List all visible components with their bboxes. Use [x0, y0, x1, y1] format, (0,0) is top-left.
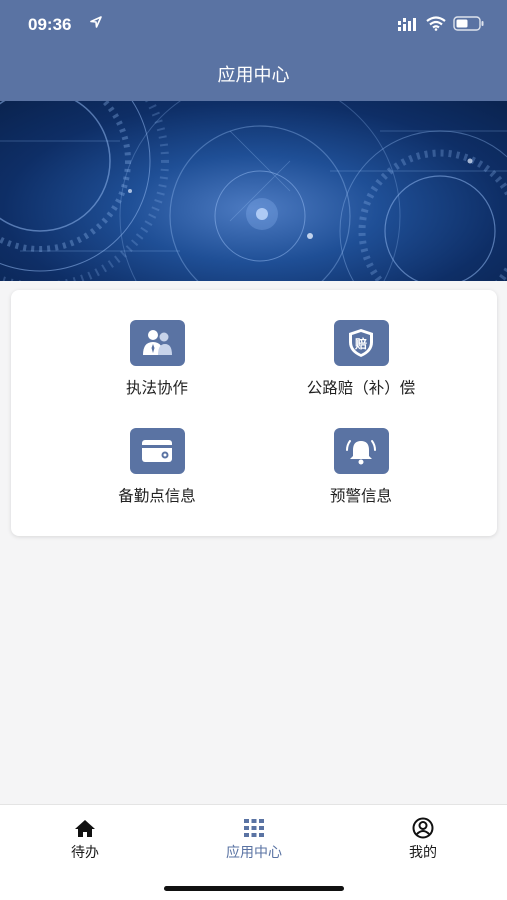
shield-glyph: 赔	[354, 336, 367, 351]
grid-icon	[194, 817, 314, 839]
tab-todo[interactable]: 待办	[25, 817, 145, 862]
home-icon	[25, 817, 145, 839]
home-indicator[interactable]	[164, 886, 344, 891]
status-bar: 09:36	[0, 0, 507, 48]
wallet-icon	[129, 428, 185, 474]
banner-image	[0, 101, 507, 281]
app-standby-point[interactable]: 备勤点信息	[57, 428, 257, 506]
app-warning-info[interactable]: 预警信息	[261, 428, 461, 506]
tab-label: 应用中心	[226, 845, 282, 861]
tab-label: 待办	[71, 845, 99, 861]
app-label: 预警信息	[329, 487, 392, 505]
tab-label: 我的	[409, 845, 437, 861]
compensation-shield-icon: 赔	[333, 320, 389, 366]
alarm-bell-icon	[333, 428, 389, 474]
app-label: 公路赔（补）偿	[306, 379, 416, 397]
app-law-enforcement[interactable]: 执法协作	[57, 320, 257, 398]
location-arrow-icon	[90, 16, 102, 28]
page-title: 应用中心	[217, 65, 290, 86]
battery-icon	[453, 16, 484, 31]
app-header: 09:36 应用中心	[0, 0, 507, 101]
app-label: 执法协作	[125, 379, 188, 397]
user-circle-icon	[363, 817, 483, 839]
status-time: 09:36	[28, 15, 72, 34]
tab-mine[interactable]: 我的	[363, 817, 483, 862]
app-label: 备勤点信息	[118, 487, 196, 505]
banner-graphic	[0, 101, 507, 281]
users-icon	[129, 320, 185, 366]
app-grid-card: 执法协作 赔 公路赔（补）偿 备勤点信息 预警信息	[11, 290, 497, 536]
tab-app-center[interactable]: 应用中心	[194, 817, 314, 862]
app-road-compensation[interactable]: 赔 公路赔（补）偿	[261, 320, 461, 398]
signal-icon	[398, 18, 416, 31]
wifi-icon	[426, 16, 446, 31]
